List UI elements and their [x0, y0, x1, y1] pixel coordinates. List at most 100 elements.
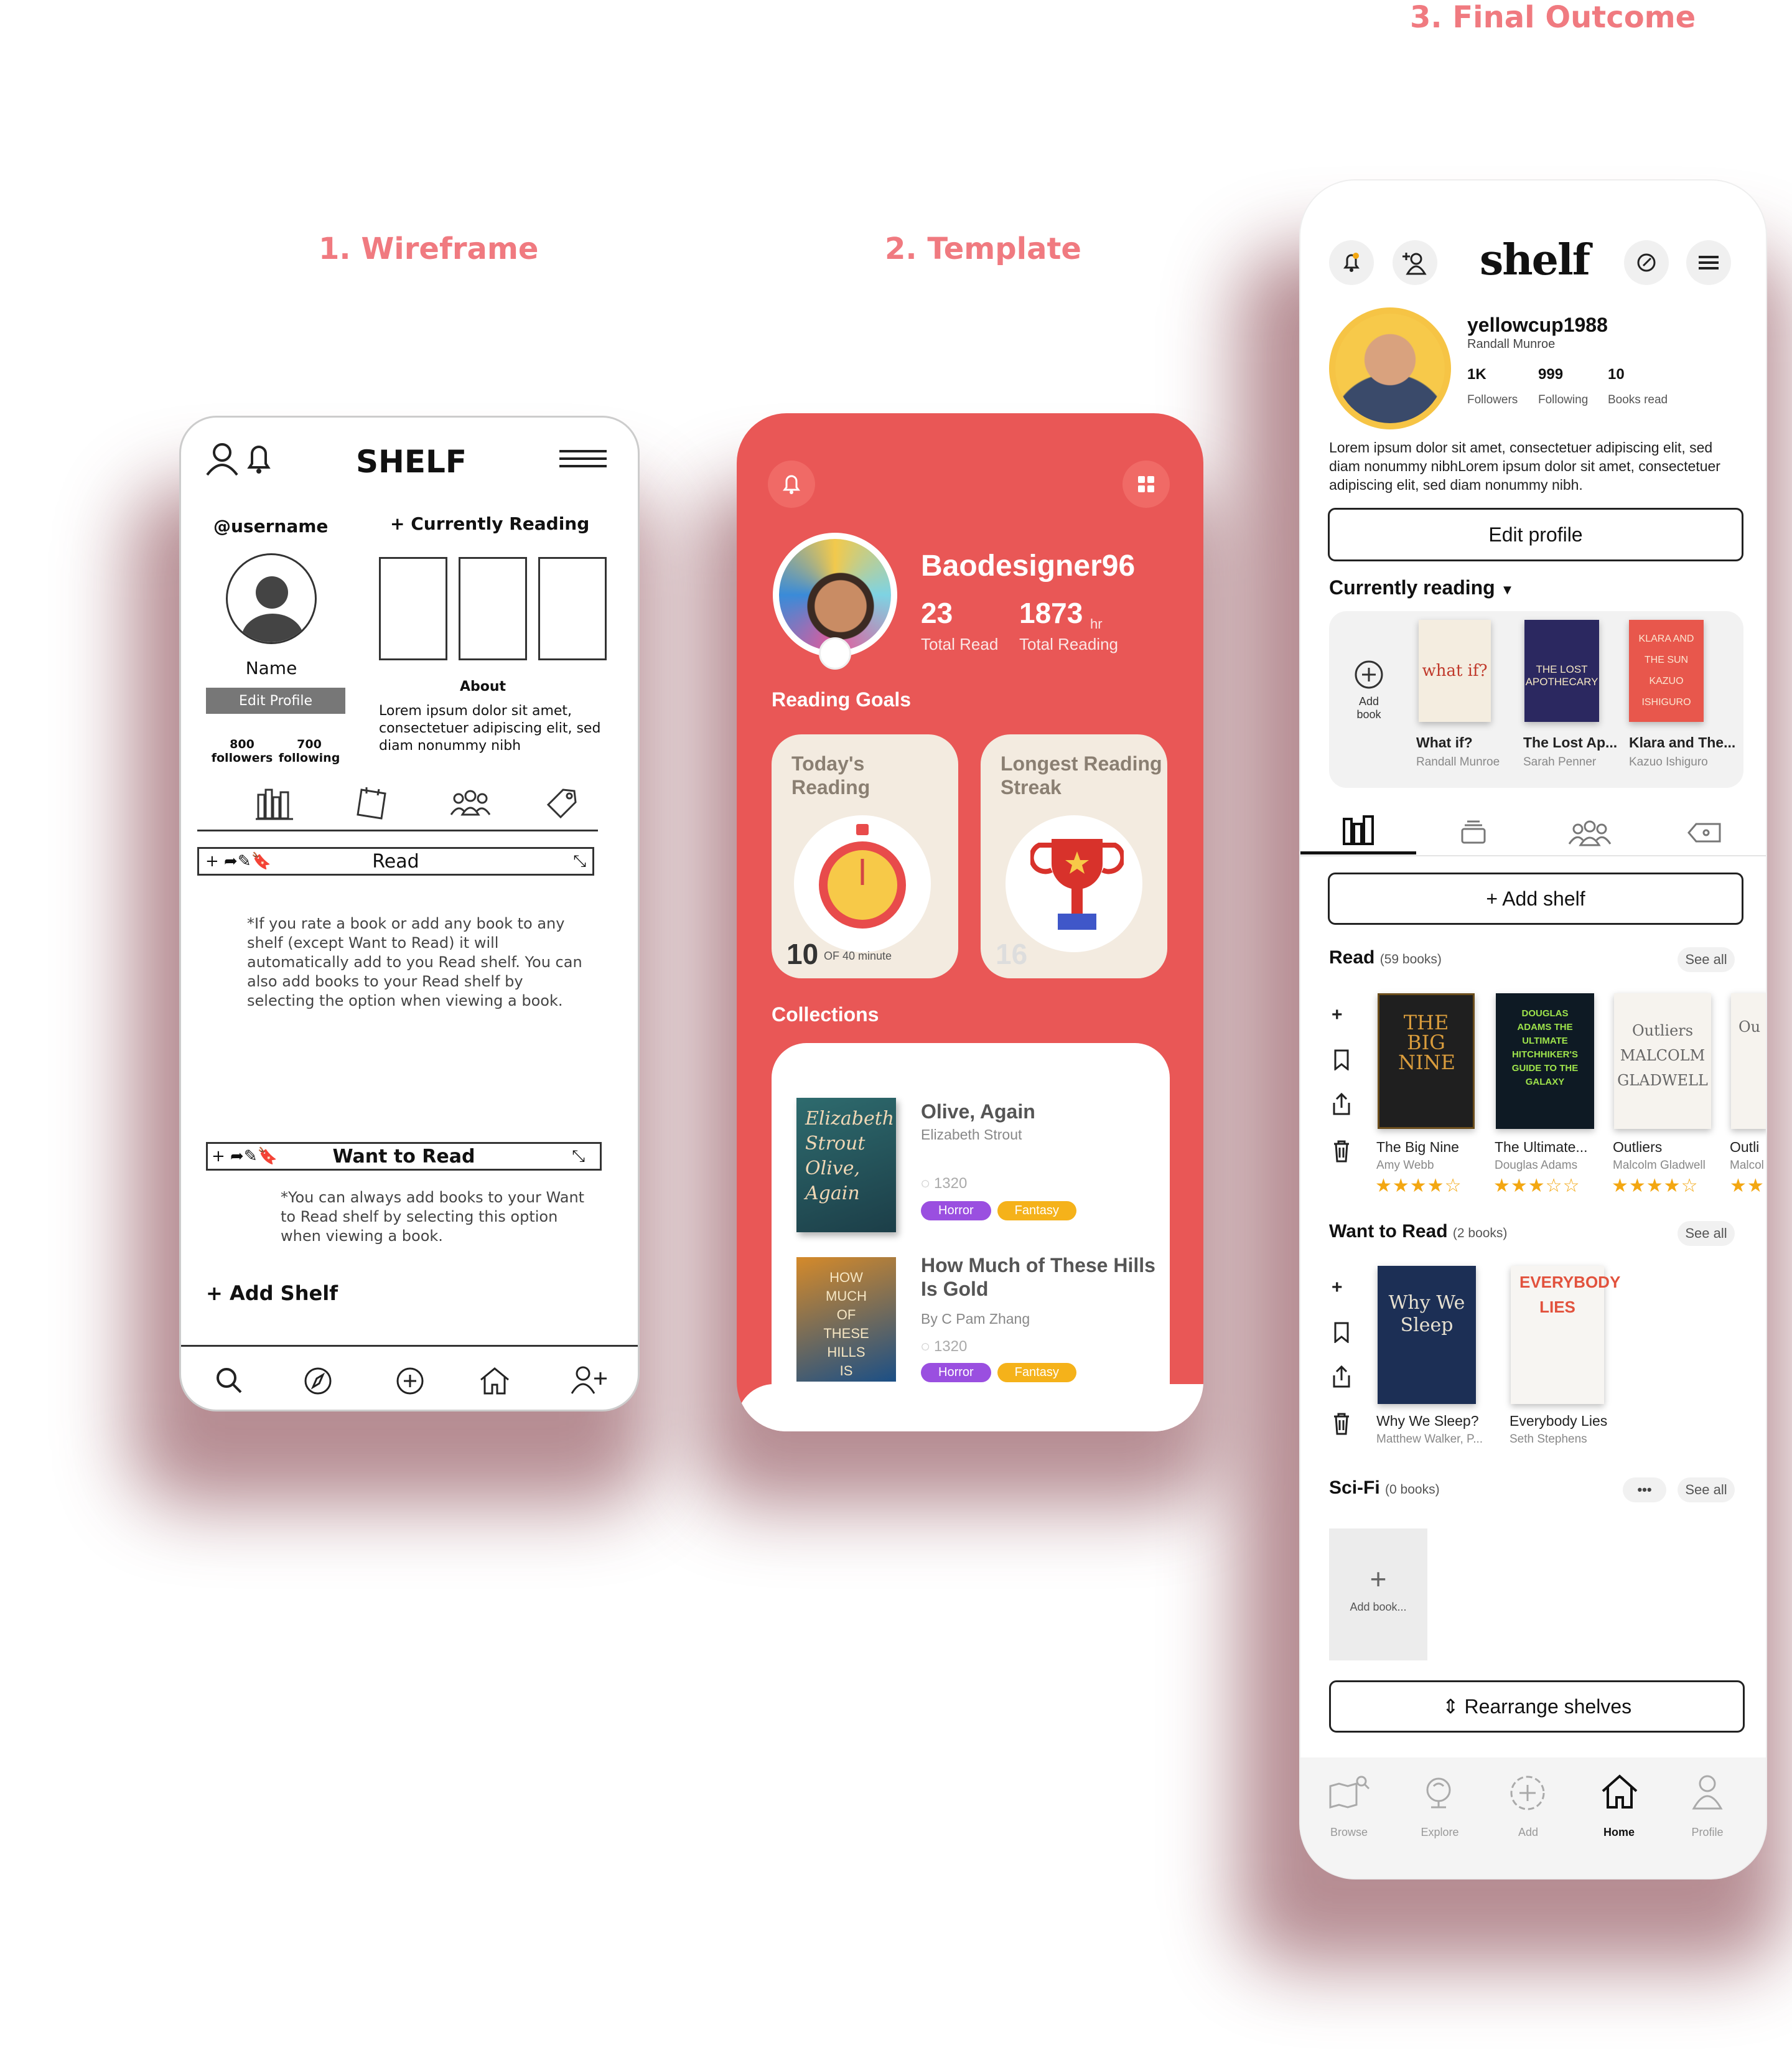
- book-title[interactable]: Olive, Again: [921, 1100, 1035, 1123]
- avatar[interactable]: [1329, 307, 1451, 429]
- friends-icon[interactable]: [449, 787, 492, 820]
- book-cover[interactable]: THE LOST APOTHECARY: [1524, 620, 1599, 722]
- collapse-icon[interactable]: ⤡: [572, 1147, 585, 1166]
- book-cover[interactable]: Outliers MALCOLM GLADWELL: [1614, 993, 1711, 1129]
- star-rating[interactable]: ★★: [1730, 1175, 1765, 1197]
- book-cover[interactable]: HOW MUCH OF THESE HILLS IS GOLD: [796, 1257, 896, 1382]
- share-icon[interactable]: [1332, 1092, 1351, 1116]
- total-reading-unit: hr: [1090, 616, 1103, 632]
- want-shelf-bar[interactable]: + ➦✎🔖 Want to Read ⤡: [206, 1142, 602, 1171]
- browse-icon[interactable]: [1328, 1774, 1371, 1811]
- nav-explore[interactable]: Explore: [1402, 1826, 1477, 1839]
- book-title[interactable]: What if?: [1416, 734, 1473, 751]
- star-rating[interactable]: ★★★★☆: [1375, 1175, 1462, 1197]
- following-stat[interactable]: 999 Following: [1538, 366, 1613, 407]
- book-title[interactable]: Outli: [1730, 1139, 1759, 1156]
- fantasy-tag[interactable]: Fantasy: [997, 1363, 1076, 1382]
- notification-button[interactable]: [768, 461, 815, 508]
- book-title[interactable]: How Much of These Hills Is Gold: [921, 1253, 1157, 1301]
- book-title[interactable]: The Ultimate...: [1495, 1139, 1588, 1156]
- read-shelf-bar[interactable]: + ➦✎🔖 Read ⤡: [197, 847, 594, 876]
- book-title[interactable]: Outliers: [1613, 1139, 1662, 1156]
- search-icon[interactable]: [215, 1366, 243, 1395]
- book-title[interactable]: Klara and The...: [1629, 734, 1735, 751]
- horror-tag[interactable]: Horror: [921, 1201, 991, 1220]
- see-all-button[interactable]: See all: [1678, 1221, 1735, 1246]
- tag-icon[interactable]: [544, 786, 578, 820]
- add-icon[interactable]: [1508, 1774, 1547, 1812]
- reading-goals-title: Reading Goals: [772, 688, 912, 711]
- longest-streak-card[interactable]: Longest Reading Streak 16: [981, 734, 1167, 978]
- add-friend-icon[interactable]: [571, 1365, 608, 1396]
- star-rating[interactable]: ★★★★☆: [1612, 1175, 1698, 1197]
- book-cover[interactable]: THE BIG NINE: [1378, 993, 1475, 1129]
- star-rating[interactable]: ★★★☆☆: [1493, 1175, 1580, 1197]
- book-cover[interactable]: EVERYBODY LIES: [1511, 1266, 1620, 1404]
- see-all-button[interactable]: See all: [1678, 947, 1735, 972]
- followers-stat[interactable]: 800 followers: [211, 737, 273, 765]
- notes-icon[interactable]: [355, 785, 390, 821]
- horror-tag[interactable]: Horror: [921, 1363, 991, 1382]
- book-cover[interactable]: Elizabeth Strout Olive, Again: [796, 1098, 896, 1232]
- currently-reading-button[interactable]: + Currently Reading: [390, 513, 589, 534]
- following-stat[interactable]: 700 following: [278, 737, 340, 765]
- book-slot[interactable]: [459, 557, 527, 660]
- bookmark-icon[interactable]: [1333, 1322, 1350, 1343]
- compass-icon[interactable]: [303, 1366, 333, 1396]
- trash-icon[interactable]: [1333, 1140, 1350, 1163]
- currently-reading-dropdown[interactable]: Currently reading ▼: [1329, 576, 1514, 599]
- nav-home[interactable]: Home: [1582, 1826, 1656, 1839]
- read-note: *If you rate a book or add any book to a…: [247, 915, 582, 1009]
- rearrange-shelves-button[interactable]: ⇕ Rearrange shelves: [1329, 1680, 1745, 1733]
- menu-icon[interactable]: [559, 450, 607, 467]
- home-icon[interactable]: [478, 1365, 511, 1396]
- add-book-slot[interactable]: + Add book...: [1329, 1528, 1427, 1660]
- home-icon[interactable]: [1599, 1772, 1640, 1811]
- grid-menu-button[interactable]: [1122, 461, 1170, 508]
- add-shelf-button[interactable]: + Add Shelf: [206, 1281, 338, 1305]
- explore-icon[interactable]: [1421, 1774, 1458, 1811]
- fantasy-tag[interactable]: Fantasy: [997, 1201, 1076, 1220]
- edit-profile-button[interactable]: Edit Profile: [206, 688, 345, 714]
- add-icon[interactable]: +: [1332, 1277, 1343, 1298]
- friends-tab-icon[interactable]: [1568, 819, 1612, 846]
- edit-button[interactable]: [1624, 240, 1669, 285]
- share-icon[interactable]: [1332, 1364, 1351, 1389]
- books-read-stat[interactable]: 10 Books read: [1608, 366, 1695, 407]
- avatar[interactable]: [226, 553, 317, 644]
- bookshelf-icon[interactable]: [256, 786, 293, 821]
- see-all-button[interactable]: See all: [1678, 1477, 1735, 1502]
- book-cover[interactable]: Why We Sleep: [1378, 1266, 1476, 1404]
- followers-stat[interactable]: 1K Followers: [1467, 366, 1542, 407]
- edit-profile-button[interactable]: Edit profile: [1328, 508, 1743, 561]
- book-slot[interactable]: [379, 557, 447, 660]
- nav-profile[interactable]: Profile: [1670, 1826, 1745, 1839]
- stack-tab-icon[interactable]: [1458, 819, 1488, 845]
- add-shelf-button[interactable]: + Add shelf: [1328, 873, 1743, 925]
- book-title[interactable]: Everybody Lies: [1510, 1413, 1607, 1430]
- bookmark-icon[interactable]: [1333, 1049, 1350, 1070]
- avatar[interactable]: [773, 533, 897, 670]
- trash-icon[interactable]: [1333, 1413, 1350, 1435]
- book-cover[interactable]: Ou: [1731, 993, 1766, 1129]
- book-cover[interactable]: DOUGLAS ADAMS THE ULTIMATE HITCHHIKER'S …: [1496, 993, 1594, 1129]
- book-title[interactable]: The Lost Ap...: [1523, 734, 1617, 751]
- bookshelf-tab-icon[interactable]: [1342, 815, 1376, 846]
- tag-tab-icon[interactable]: [1687, 821, 1722, 844]
- book-cover[interactable]: KLARA AND THE SUN KAZUO ISHIGURO: [1629, 620, 1704, 722]
- book-slot[interactable]: [538, 557, 607, 660]
- add-book-button[interactable]: Add book: [1345, 660, 1393, 721]
- book-title[interactable]: Why We Sleep?: [1376, 1413, 1478, 1430]
- todays-reading-card[interactable]: Today's Reading 10 OF 40 minute: [772, 734, 958, 978]
- book-cover[interactable]: what if?: [1419, 620, 1491, 722]
- book-title[interactable]: The Big Nine: [1376, 1139, 1459, 1156]
- menu-icon: [1699, 256, 1719, 269]
- add-icon[interactable]: +: [1332, 1004, 1343, 1026]
- more-options-button[interactable]: •••: [1623, 1477, 1666, 1502]
- profile-icon[interactable]: [1690, 1772, 1725, 1811]
- add-icon[interactable]: [395, 1366, 425, 1396]
- menu-button[interactable]: [1686, 240, 1731, 285]
- collapse-icon[interactable]: ⤡: [573, 852, 586, 871]
- nav-browse[interactable]: Browse: [1312, 1826, 1386, 1839]
- nav-add[interactable]: Add: [1491, 1826, 1566, 1839]
